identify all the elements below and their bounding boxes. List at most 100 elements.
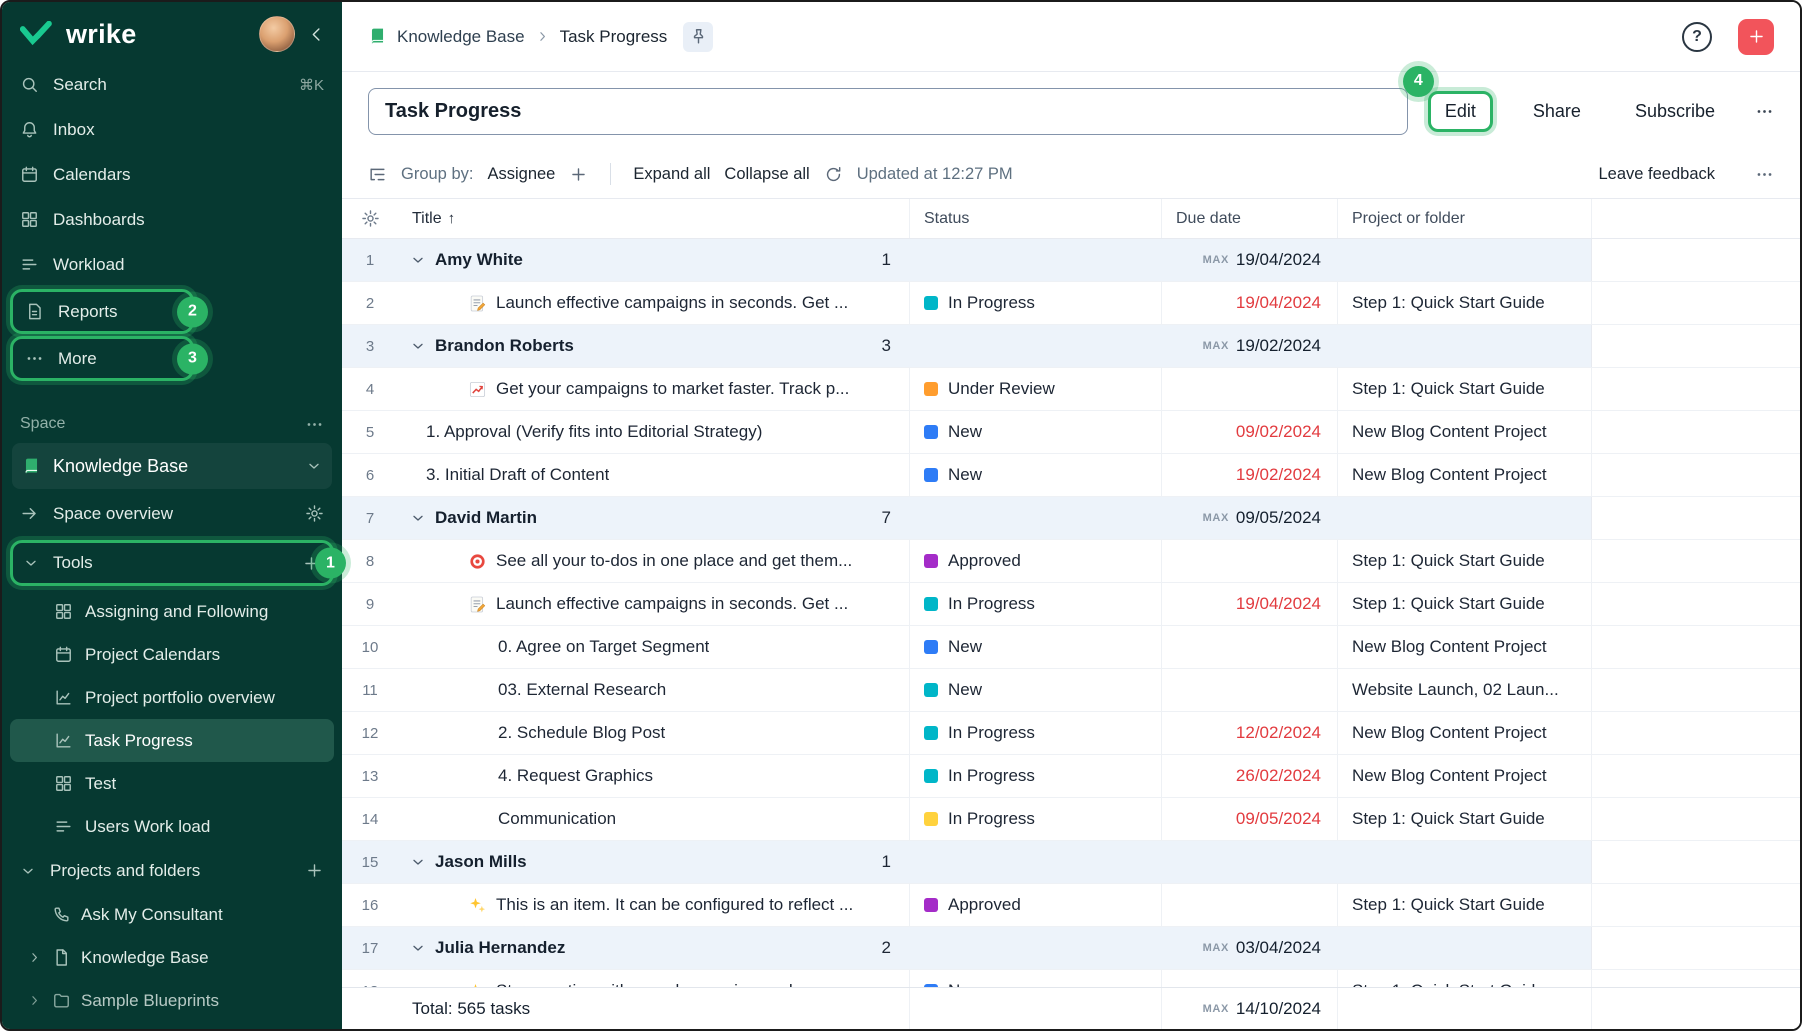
project-cell[interactable]: New Blog Content Project	[1338, 411, 1592, 453]
task-title[interactable]: 0. Agree on Target Segment	[498, 637, 709, 657]
sidebar-item-projects-and-folders[interactable]: Projects and folders	[2, 848, 342, 893]
task-row[interactable]: 9 Launch effective campaigns in seconds.…	[342, 583, 1800, 626]
sidebar-item-ask-my-consultant[interactable]: Ask My Consultant	[2, 893, 342, 936]
collapse-sidebar-icon[interactable]	[307, 25, 326, 44]
project-cell[interactable]: Step 1: Quick Start Guide	[1338, 540, 1592, 582]
task-row[interactable]: 10 0. Agree on Target Segment New New Bl…	[342, 626, 1800, 669]
task-title[interactable]: Launch effective campaigns in seconds. G…	[496, 293, 848, 313]
status-cell[interactable]: In Progress	[910, 755, 1162, 797]
project-cell[interactable]: New Blog Content Project	[1338, 626, 1592, 668]
chevron-down-icon[interactable]	[20, 863, 36, 879]
column-header-due-date[interactable]: Due date	[1162, 199, 1338, 238]
due-date-cell[interactable]: 19/04/2024	[1162, 282, 1338, 324]
sidebar-item-reports[interactable]: Reports	[13, 292, 191, 331]
chevron-right-icon[interactable]	[26, 950, 42, 965]
collapse-group-icon[interactable]	[410, 940, 426, 956]
chevron-down-icon[interactable]	[23, 555, 39, 571]
task-title[interactable]: Communication	[498, 809, 616, 829]
task-title[interactable]: 2. Schedule Blog Post	[498, 723, 665, 743]
due-date-cell[interactable]: 09/02/2024	[1162, 411, 1338, 453]
space-selector[interactable]: Knowledge Base	[12, 443, 332, 489]
due-date-cell[interactable]	[1162, 884, 1338, 926]
project-cell[interactable]: New Blog Content Project	[1338, 454, 1592, 496]
due-date-cell[interactable]	[1162, 626, 1338, 668]
add-button[interactable]	[1738, 19, 1774, 55]
group-by-value[interactable]: Assignee	[487, 165, 555, 184]
status-cell[interactable]: New	[910, 669, 1162, 711]
column-header-status[interactable]: Status	[910, 199, 1162, 238]
status-cell[interactable]: Under Review	[910, 368, 1162, 410]
due-date-cell[interactable]: 19/02/2024	[1162, 454, 1338, 496]
chevron-right-icon[interactable]	[26, 993, 42, 1008]
group-by-icon[interactable]	[368, 165, 387, 184]
status-cell[interactable]: In Progress	[910, 583, 1162, 625]
status-cell[interactable]: In Progress	[910, 282, 1162, 324]
group-row-julia-hernandez[interactable]: 17 Julia Hernandez 2 MAX03/04/2024	[342, 927, 1800, 970]
status-cell[interactable]: In Progress	[910, 798, 1162, 840]
task-title[interactable]: 1. Approval (Verify fits into Editorial …	[426, 422, 762, 442]
leave-feedback-button[interactable]: Leave feedback	[1598, 165, 1715, 184]
sidebar-item-task-progress[interactable]: Task Progress	[10, 719, 334, 762]
collapse-group-icon[interactable]	[410, 510, 426, 526]
share-button[interactable]: Share	[1519, 94, 1595, 129]
project-cell[interactable]: Step 1: Quick Start Guide	[1338, 583, 1592, 625]
breadcrumb-space[interactable]: Knowledge Base	[397, 27, 525, 47]
task-title[interactable]: This is an item. It can be configured to…	[496, 895, 853, 915]
due-date-cell[interactable]: 26/02/2024	[1162, 755, 1338, 797]
due-date-cell[interactable]: 19/04/2024	[1162, 583, 1338, 625]
subscribe-button[interactable]: Subscribe	[1621, 94, 1729, 129]
title-more-actions-icon[interactable]	[1755, 102, 1774, 121]
status-cell[interactable]: New	[910, 626, 1162, 668]
project-cell[interactable]: Step 1: Quick Start Guide	[1338, 282, 1592, 324]
space-more-icon[interactable]	[305, 415, 324, 434]
task-title[interactable]: See all your to-dos in one place and get…	[496, 551, 852, 571]
due-date-cell[interactable]	[1162, 540, 1338, 582]
sidebar-item-project-calendars[interactable]: Project Calendars	[2, 633, 342, 676]
sidebar-item-test[interactable]: Test	[2, 762, 342, 805]
sidebar-item-sample-blueprints[interactable]: Sample Blueprints	[2, 979, 342, 1022]
collapse-group-icon[interactable]	[410, 854, 426, 870]
group-row-jason-mills[interactable]: 15 Jason Mills 1	[342, 841, 1800, 884]
project-cell[interactable]: Step 1: Quick Start Guide	[1338, 884, 1592, 926]
collapse-group-icon[interactable]	[410, 338, 426, 354]
task-row[interactable]: 2 Launch effective campaigns in seconds.…	[342, 282, 1800, 325]
project-cell[interactable]: Website Launch, 02 Laun...	[1338, 669, 1592, 711]
task-row[interactable]: 12 2. Schedule Blog Post In Progress 12/…	[342, 712, 1800, 755]
status-cell[interactable]: Approved	[910, 540, 1162, 582]
task-row[interactable]: 11 03. External Research New Website Lau…	[342, 669, 1800, 712]
sidebar-item-tools[interactable]: Tools	[13, 543, 331, 583]
group-row-amy-white[interactable]: 1 Amy White 1 MAX19/04/2024	[342, 239, 1800, 282]
status-cell[interactable]: New	[910, 411, 1162, 453]
sidebar-item-knowledge-base[interactable]: Knowledge Base	[2, 936, 342, 979]
sidebar-item-more[interactable]: More	[13, 339, 191, 378]
sidebar-item-workload[interactable]: Workload	[2, 242, 342, 287]
due-date-cell[interactable]: 12/02/2024	[1162, 712, 1338, 754]
avatar[interactable]	[259, 16, 295, 52]
project-cell[interactable]: Step 1: Quick Start Guide	[1338, 798, 1592, 840]
column-header-project[interactable]: Project or folder	[1338, 199, 1592, 238]
collapse-all-button[interactable]: Collapse all	[724, 165, 809, 184]
table-settings-icon[interactable]	[361, 209, 380, 228]
task-title[interactable]: Launch effective campaigns in seconds. G…	[496, 594, 848, 614]
task-row[interactable]: 6 3. Initial Draft of Content New 19/02/…	[342, 454, 1800, 497]
project-cell[interactable]: Step 1: Quick Start Guide	[1338, 368, 1592, 410]
due-date-cell[interactable]	[1162, 669, 1338, 711]
sidebar-item-inbox[interactable]: Inbox	[2, 107, 342, 152]
task-row[interactable]: 8 See all your to-dos in one place and g…	[342, 540, 1800, 583]
task-title[interactable]: 4. Request Graphics	[498, 766, 653, 786]
sidebar-item-users-work-load[interactable]: Users Work load	[2, 805, 342, 848]
project-cell[interactable]: New Blog Content Project	[1338, 712, 1592, 754]
due-date-cell[interactable]	[1162, 368, 1338, 410]
add-project-icon[interactable]	[305, 861, 324, 880]
task-title[interactable]: 03. External Research	[498, 680, 666, 700]
task-row[interactable]: 4 Get your campaigns to market faster. T…	[342, 368, 1800, 411]
sidebar-item-dashboards[interactable]: Dashboards	[2, 197, 342, 242]
gear-icon[interactable]	[305, 504, 324, 523]
task-row[interactable]: 14 Communication In Progress 09/05/2024 …	[342, 798, 1800, 841]
refresh-icon[interactable]	[824, 165, 843, 184]
task-title[interactable]: 3. Initial Draft of Content	[426, 465, 609, 485]
expand-all-button[interactable]: Expand all	[633, 165, 710, 184]
add-group-by-icon[interactable]	[569, 165, 588, 184]
status-cell[interactable]: Approved	[910, 884, 1162, 926]
task-row[interactable]: 13 4. Request Graphics In Progress 26/02…	[342, 755, 1800, 798]
